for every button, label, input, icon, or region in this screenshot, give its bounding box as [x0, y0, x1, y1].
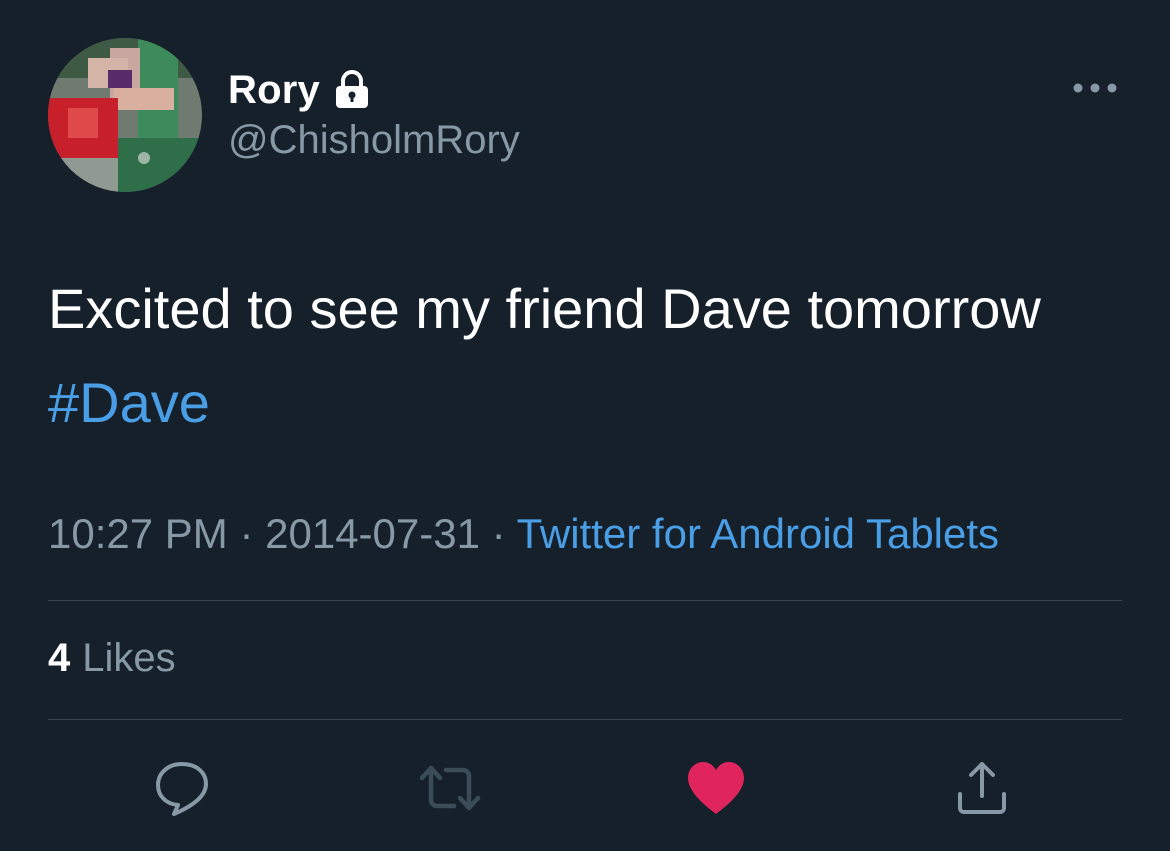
likes-summary[interactable]: 4 Likes: [48, 636, 176, 681]
tweet-time: 10:27 PM: [48, 510, 228, 557]
reply-icon: [156, 762, 208, 816]
retweet-button[interactable]: [418, 756, 482, 820]
avatar[interactable]: [48, 38, 202, 192]
share-button[interactable]: [950, 756, 1014, 820]
tweet-meta: 10:27 PM · 2014-07-31 · Twitter for Andr…: [48, 510, 999, 558]
likes-label: Likes: [82, 636, 176, 680]
more-icon[interactable]: [1068, 74, 1122, 102]
lock-icon: [334, 70, 370, 110]
tweet-text: Excited to see my friend Dave tomorrow #…: [48, 262, 1128, 450]
divider: [48, 719, 1122, 720]
meta-separator: ·: [239, 510, 254, 557]
reply-button[interactable]: [150, 756, 214, 820]
hashtag-link[interactable]: #Dave: [48, 371, 210, 434]
meta-separator: ·: [491, 510, 506, 557]
name-row: Rory: [228, 64, 370, 116]
retweet-icon: [419, 765, 481, 811]
share-icon: [958, 762, 1006, 814]
tweet-date: 2014-07-31: [265, 510, 480, 557]
tweet-text-body: Excited to see my friend Dave tomorrow: [48, 277, 1041, 340]
divider: [48, 600, 1122, 601]
avatar-image: [48, 38, 202, 192]
tweet-source-link[interactable]: Twitter for Android Tablets: [517, 510, 999, 557]
heart-icon: [688, 762, 744, 814]
likes-count: 4: [48, 636, 71, 680]
user-handle[interactable]: @ChisholmRory: [228, 118, 520, 163]
display-name[interactable]: Rory: [228, 68, 320, 113]
tweet-card: Rory @ChisholmRory Excited to see my fri…: [0, 0, 1170, 851]
like-button[interactable]: [684, 756, 748, 820]
